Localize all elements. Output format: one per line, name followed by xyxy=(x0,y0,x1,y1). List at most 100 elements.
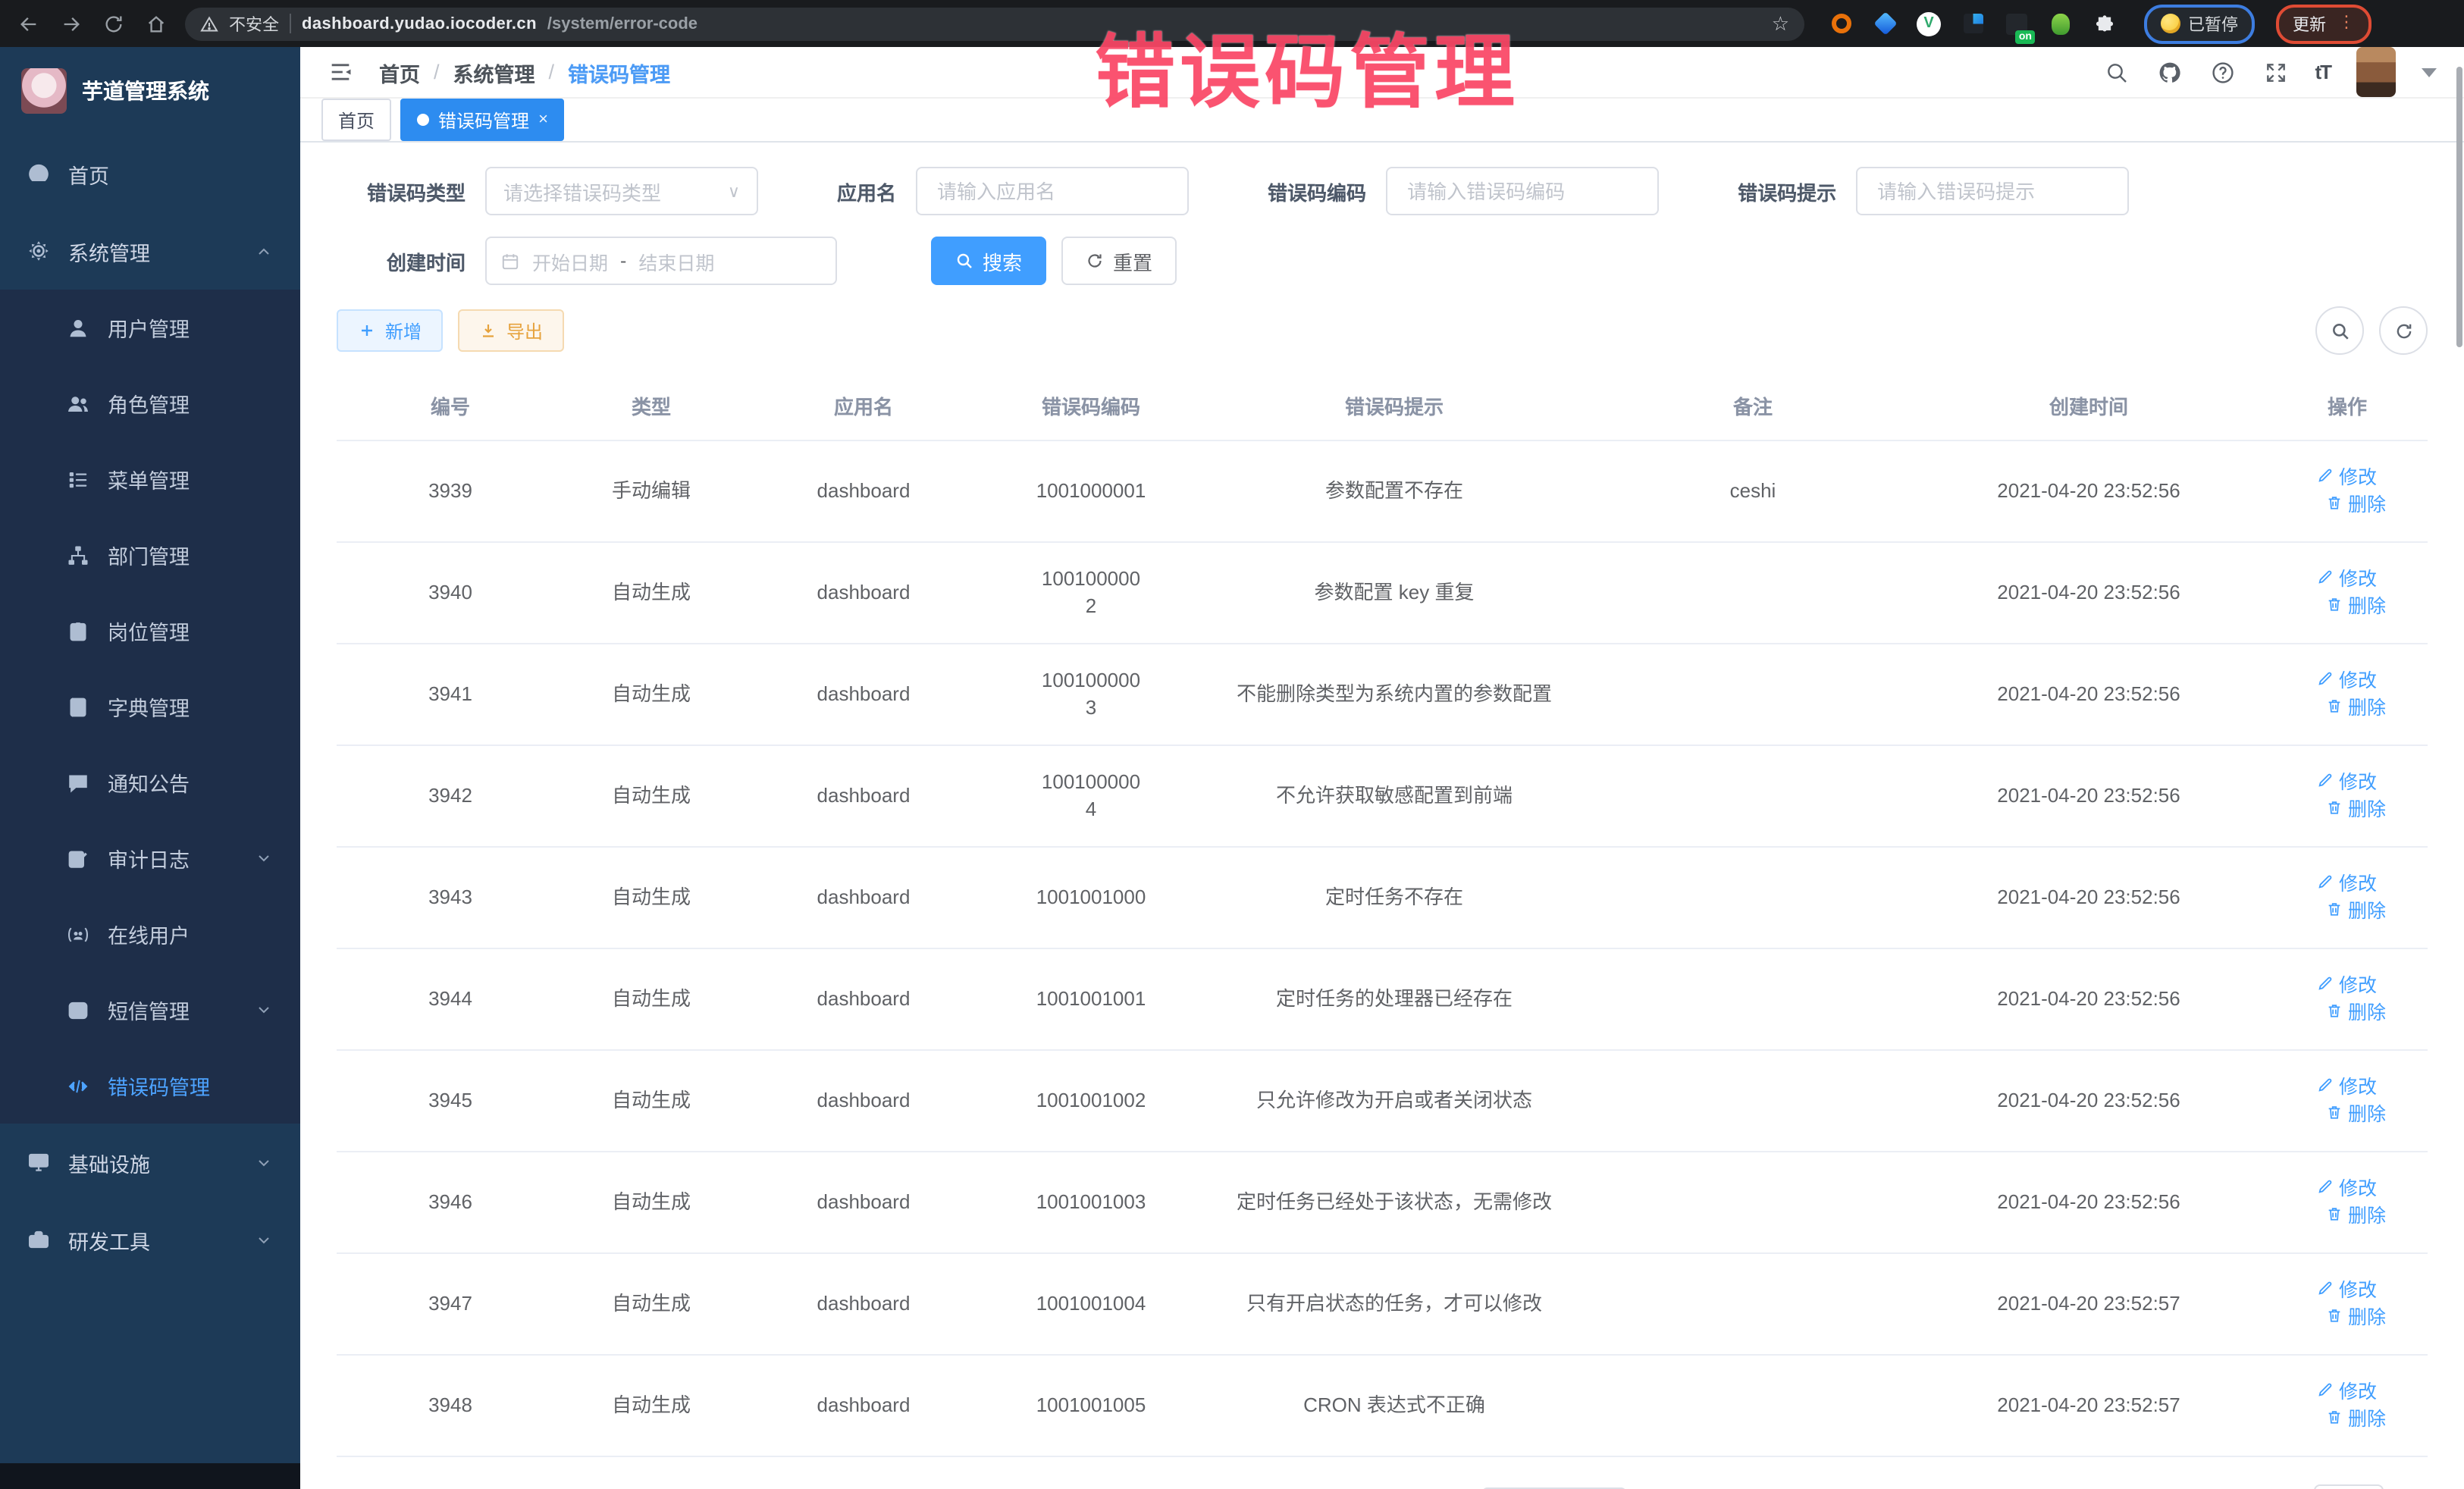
sidebar-item-online-users[interactable]: 在线用户 xyxy=(0,896,300,972)
breadcrumb-system[interactable]: 系统管理 xyxy=(453,57,535,87)
delete-link[interactable]: 删除 xyxy=(2327,796,2386,823)
sidebar-item-label: 菜单管理 xyxy=(108,464,273,494)
delete-link[interactable]: 删除 xyxy=(2327,1406,2386,1433)
edit-link[interactable]: 修改 xyxy=(2318,1175,2377,1202)
font-size-icon[interactable]: tT xyxy=(2315,61,2331,83)
plus-icon xyxy=(358,321,376,340)
search-button[interactable]: 搜索 xyxy=(931,237,1046,285)
column-header: 创建时间 xyxy=(1911,376,2267,440)
extension-target-icon[interactable] xyxy=(1829,11,1853,36)
delete-link[interactable]: 删除 xyxy=(2327,593,2386,620)
sidebar-item-dict-management[interactable]: 字典管理 xyxy=(0,669,300,744)
monitor-icon xyxy=(27,1151,50,1174)
browser-menu-icon[interactable]: ⋮ xyxy=(2338,15,2355,32)
table-row: 3939 手动编辑 dashboard 1001000001 参数配置不存在 c… xyxy=(337,441,2428,543)
delete-link[interactable]: 删除 xyxy=(2327,491,2386,519)
edit-link[interactable]: 修改 xyxy=(2318,1277,2377,1304)
edit-link[interactable]: 修改 xyxy=(2318,464,2377,491)
cell-create-time: 2021-04-20 23:52:56 xyxy=(1911,861,2267,934)
delete-link[interactable]: 删除 xyxy=(2327,999,2386,1027)
edit-link[interactable]: 修改 xyxy=(2318,769,2377,796)
forward-icon[interactable] xyxy=(58,10,85,37)
extensions-puzzle-icon[interactable] xyxy=(2093,11,2117,36)
goto-page-input[interactable] xyxy=(2315,1484,2384,1489)
scrollbar-thumb[interactable] xyxy=(2456,67,2462,347)
reset-button[interactable]: 重置 xyxy=(1061,237,1177,285)
app-logo-row[interactable]: 芋道管理系统 xyxy=(0,47,300,135)
home-icon[interactable] xyxy=(143,10,170,37)
code-icon xyxy=(67,1074,89,1097)
date-range-picker[interactable]: 开始日期 - 结束日期 xyxy=(485,237,837,285)
sidebar-item-post-management[interactable]: 岗位管理 xyxy=(0,593,300,669)
search-icon[interactable] xyxy=(2102,58,2130,86)
error-code-input[interactable] xyxy=(1404,178,1641,204)
avatar-caret-icon[interactable] xyxy=(2422,67,2437,77)
close-tab-icon[interactable]: × xyxy=(538,111,548,128)
cell-error-code: 1001001003 xyxy=(989,1166,1193,1239)
filter-row-1: 错误码类型 请选择错误码类型 ∨ 应用名 错误码编码 xyxy=(337,167,2428,215)
sidebar-item-dept-management[interactable]: 部门管理 xyxy=(0,517,300,593)
paused-profile-chip[interactable]: 已暂停 xyxy=(2144,4,2255,43)
delete-link[interactable]: 删除 xyxy=(2327,1304,2386,1331)
reload-icon[interactable] xyxy=(100,10,127,37)
sidebar-item-audit-log[interactable]: 审计日志 xyxy=(0,820,300,896)
sidebar-item-menu-management[interactable]: 菜单管理 xyxy=(0,441,300,517)
column-header: 编号 xyxy=(337,376,564,440)
table-row: 3948 自动生成 dashboard 1001001005 CRON 表达式不… xyxy=(337,1356,2428,1457)
extension-vue-icon[interactable]: V xyxy=(1917,11,1941,36)
edit-link[interactable]: 修改 xyxy=(2318,972,2377,999)
sidebar-item-home[interactable]: 首页 xyxy=(0,135,300,212)
github-icon[interactable] xyxy=(2155,58,2183,86)
navbar-actions: tT xyxy=(2102,47,2437,97)
help-icon[interactable] xyxy=(2209,58,2236,86)
edit-link[interactable]: 修改 xyxy=(2318,566,2377,593)
sidebar-item-label: 通知公告 xyxy=(108,767,273,798)
cell-error-hint: 定时任务的处理器已经存在 xyxy=(1193,963,1595,1036)
app-name-input[interactable] xyxy=(934,178,1171,204)
sidebar-item-role-management[interactable]: 角色管理 xyxy=(0,365,300,441)
extension-key-icon[interactable] xyxy=(2049,11,2073,36)
sidebar-item-system-management[interactable]: 系统管理 xyxy=(0,212,300,290)
export-button[interactable]: 导出 xyxy=(458,309,564,352)
sidebar: 芋道管理系统 首页 系统管理 用户管理 角色管理 菜单管理 部门管理 岗位管理 … xyxy=(0,47,300,1489)
sidebar-item-dev-tools[interactable]: 研发工具 xyxy=(0,1201,300,1278)
delete-link[interactable]: 删除 xyxy=(2327,694,2386,722)
edit-link[interactable]: 修改 xyxy=(2318,1378,2377,1406)
add-button[interactable]: 新增 xyxy=(337,309,443,352)
sidebar-item-notice-management[interactable]: 通知公告 xyxy=(0,744,300,820)
cell-create-time: 2021-04-20 23:52:56 xyxy=(1911,455,2267,528)
breadcrumb-home[interactable]: 首页 xyxy=(379,57,420,87)
update-button[interactable]: 更新 ⋮ xyxy=(2276,4,2372,43)
delete-link[interactable]: 删除 xyxy=(2327,1202,2386,1230)
sidebar-item-user-management[interactable]: 用户管理 xyxy=(0,290,300,365)
delete-link[interactable]: 删除 xyxy=(2327,898,2386,925)
sidebar-collapse-bar[interactable] xyxy=(0,1463,300,1489)
active-tab-dot xyxy=(417,114,429,126)
toggle-search-button[interactable] xyxy=(2315,306,2364,355)
cell-create-time: 2021-04-20 23:52:56 xyxy=(1911,1166,2267,1239)
error-code-type-select[interactable]: 请选择错误码类型 ∨ xyxy=(485,167,758,215)
collapse-sidebar-icon[interactable] xyxy=(328,58,355,86)
edit-link[interactable]: 修改 xyxy=(2318,870,2377,898)
user-avatar[interactable] xyxy=(2356,47,2396,97)
edit-link[interactable]: 修改 xyxy=(2318,667,2377,694)
edit-label: 修改 xyxy=(2339,1175,2377,1202)
extension-on-icon[interactable]: on xyxy=(2005,11,2029,36)
sidebar-item-error-code-management[interactable]: 错误码管理 xyxy=(0,1048,300,1124)
back-icon[interactable] xyxy=(15,10,42,37)
extension-gem-icon[interactable] xyxy=(1873,11,1897,36)
refresh-table-button[interactable] xyxy=(2379,306,2428,355)
delete-label: 删除 xyxy=(2348,898,2386,925)
tab-error-code[interactable]: 错误码管理 × xyxy=(400,99,565,141)
tab-home[interactable]: 首页 xyxy=(321,99,391,141)
cell-id: 3947 xyxy=(337,1268,564,1340)
extension-grid-icon[interactable] xyxy=(1961,11,1985,36)
bookmark-star-icon[interactable]: ☆ xyxy=(1772,14,1789,33)
fullscreen-icon[interactable] xyxy=(2262,58,2289,86)
edit-link[interactable]: 修改 xyxy=(2318,1074,2377,1101)
sidebar-item-infrastructure[interactable]: 基础设施 xyxy=(0,1124,300,1201)
sidebar-item-sms-management[interactable]: 短信管理 xyxy=(0,972,300,1048)
address-bar[interactable]: 不安全 dashboard.yudao.iocoder.cn/system/er… xyxy=(185,7,1804,40)
error-hint-input[interactable] xyxy=(1874,178,2111,204)
delete-link[interactable]: 删除 xyxy=(2327,1101,2386,1128)
